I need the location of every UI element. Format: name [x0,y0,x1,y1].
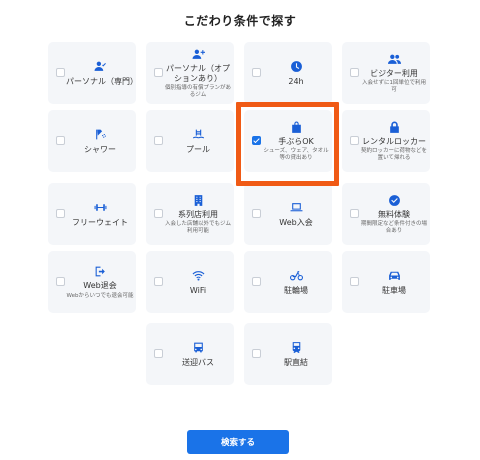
condition-content: 駐車場 [360,251,428,313]
clock-icon [289,60,303,74]
condition-checkbox[interactable] [350,68,359,77]
condition-content: パーソナル（専門） [66,42,138,104]
condition-label: 駐輪場 [284,285,308,295]
condition-content: 24h [262,42,330,104]
condition-content: 駐輪場 [262,251,330,313]
condition-description: 個別指導の有償プランがあるジム [164,84,231,98]
bicycle-icon [289,269,303,283]
condition-card[interactable]: シャワー [48,110,136,172]
condition-card[interactable]: フリーウェイト [48,183,136,245]
condition-card[interactable]: レンタルロッカー 契約ロッカーに荷物などを置いて帰れる [342,110,430,172]
condition-card[interactable]: 手ぶらOK シューズ、ウェア、タオル等の貸出あり [244,110,332,172]
shower-icon [93,128,107,142]
search-button[interactable]: 検索する [187,430,289,454]
condition-card[interactable]: ビジター利用 入会せずに1回単位で利用可 [342,42,430,104]
people-icon [387,52,401,66]
condition-label: 系列店利用 [178,210,218,220]
condition-checkbox[interactable] [350,277,359,286]
condition-checkbox[interactable] [56,209,65,218]
condition-description: 入会せずに1回単位で利用可 [361,80,426,94]
dumbbell-icon [93,201,107,215]
train-icon [289,341,303,355]
condition-checkbox[interactable] [350,209,359,218]
condition-checkbox[interactable] [350,136,359,145]
condition-checkbox[interactable] [56,68,65,77]
condition-content: Web入会 [262,183,330,245]
condition-card[interactable]: 系列店利用 入会した店舗以外でもジム利用可能 [146,183,234,245]
condition-card[interactable]: パーソナル（オプションあり） 個別指導の有償プランがあるジム [146,42,234,104]
condition-card[interactable]: Web退会 Webからいつでも退会可能 [48,251,136,313]
condition-label: Web入会 [279,217,313,227]
condition-content: 無料体験 期間限定など条件付きの場合あり [360,183,428,245]
condition-card[interactable]: 無料体験 期間限定など条件付きの場合あり [342,183,430,245]
condition-label: 手ぶらOK [278,137,314,147]
condition-label: フリーウェイト [72,217,128,227]
condition-content: WiFi [164,251,232,313]
condition-checkbox[interactable] [154,349,163,358]
condition-label: WiFi [189,285,207,295]
condition-content: シャワー [66,110,134,172]
condition-content: フリーウェイト [66,183,134,245]
condition-checkbox[interactable] [154,277,163,286]
condition-card[interactable]: Web入会 [244,183,332,245]
condition-card[interactable]: WiFi [146,251,234,313]
building-icon [191,193,205,207]
condition-label: レンタルロッカー [362,137,426,147]
condition-description: Webからいつでも退会可能 [66,292,134,299]
condition-checkbox[interactable] [252,277,261,286]
condition-label: ビジター利用 [370,69,418,79]
condition-card[interactable]: 送迎バス [146,323,234,385]
condition-label: 無料体験 [378,210,410,220]
person-check-icon [93,60,107,74]
condition-label: シャワー [84,144,116,154]
condition-label: 送迎バス [182,357,214,367]
condition-label: 駐車場 [382,285,406,295]
car-icon [387,269,401,283]
condition-checkbox[interactable] [56,277,65,286]
condition-content: プール [164,110,232,172]
condition-card[interactable]: 24h [244,42,332,104]
condition-content: 手ぶらOK シューズ、ウェア、タオル等の貸出あり [262,110,330,172]
bus-icon [191,341,205,355]
condition-content: レンタルロッカー 契約ロッカーに荷物などを置いて帰れる [360,110,428,172]
condition-card[interactable]: プール [146,110,234,172]
condition-content: ビジター利用 入会せずに1回単位で利用可 [360,42,428,104]
condition-description: 入会した店舗以外でもジム利用可能 [164,221,231,235]
condition-content: Web退会 Webからいつでも退会可能 [66,251,134,313]
condition-label: プール [186,144,210,154]
condition-checkbox[interactable] [154,136,163,145]
condition-content: 駅直結 [262,323,330,385]
pool-icon [191,128,205,142]
condition-label: 24h [288,76,304,86]
condition-label: Web退会 [83,281,117,291]
exit-icon [93,264,107,278]
bag-icon [289,120,303,134]
lock-icon [387,120,401,134]
condition-card[interactable]: 駐車場 [342,251,430,313]
person-add-icon [191,47,205,61]
condition-description: 契約ロッカーに荷物などを置いて帰れる [360,148,427,162]
condition-checkbox[interactable] [252,68,261,77]
condition-content: パーソナル（オプションあり） 個別指導の有償プランがあるジム [164,42,232,104]
condition-label: 駅直結 [284,357,308,367]
condition-card[interactable]: 駅直結 [244,323,332,385]
condition-checkbox[interactable] [252,209,261,218]
condition-checkbox[interactable] [252,349,261,358]
check-circle-icon [387,193,401,207]
condition-content: 系列店利用 入会した店舗以外でもジム利用可能 [164,183,232,245]
condition-card[interactable]: 駐輪場 [244,251,332,313]
condition-checkbox[interactable] [56,136,65,145]
condition-description: シューズ、ウェア、タオル等の貸出あり [263,148,329,162]
condition-content: 送迎バス [164,323,232,385]
condition-label: パーソナル（オプションあり） [166,64,230,83]
page-title: こだわり条件で探す [183,14,297,28]
condition-description: 期間限定など条件付きの場合あり [360,221,427,235]
laptop-icon [289,201,303,215]
condition-card[interactable]: パーソナル（専門） [48,42,138,104]
condition-checkbox[interactable] [154,209,163,218]
condition-checkbox[interactable] [252,136,261,145]
wifi-icon [191,269,205,283]
condition-checkbox[interactable] [154,68,163,77]
condition-label: パーソナル（専門） [66,76,138,86]
